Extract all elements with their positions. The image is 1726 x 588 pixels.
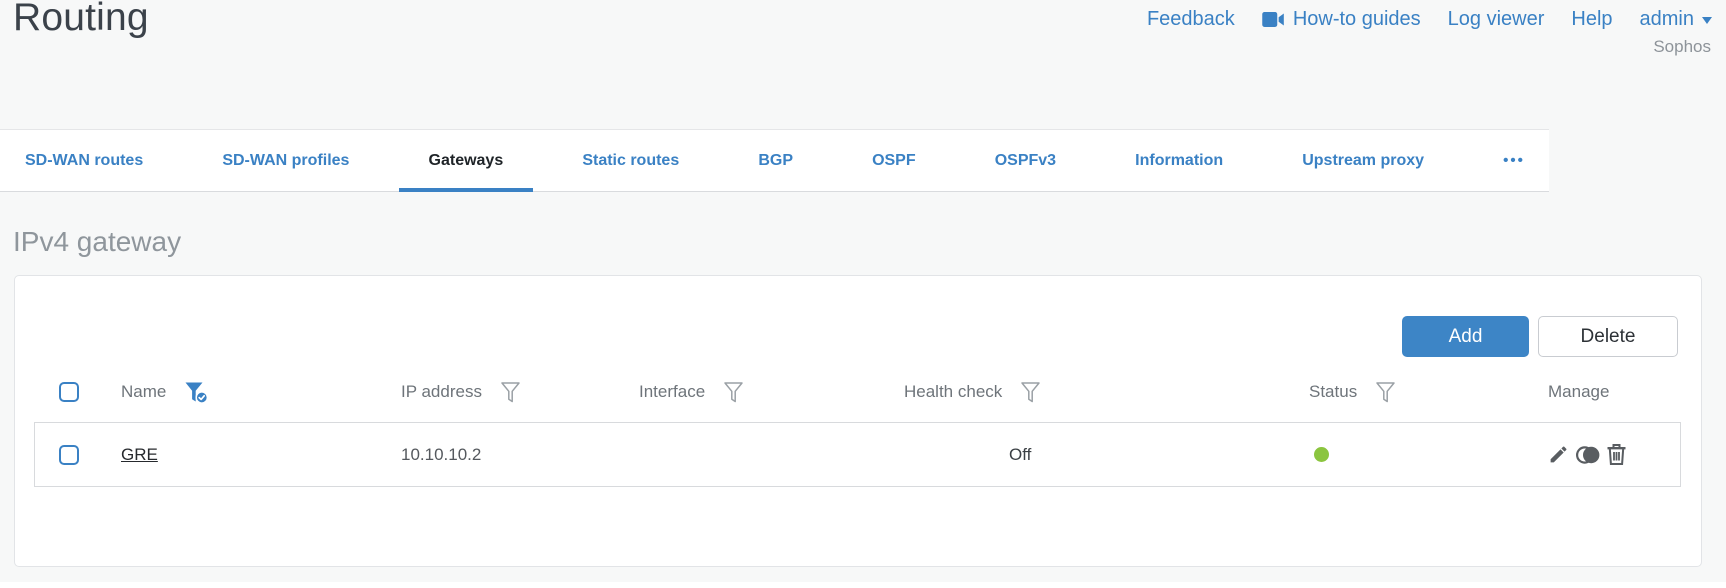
delete-icon[interactable] bbox=[1607, 444, 1626, 465]
help-label: Help bbox=[1571, 8, 1613, 30]
log-viewer-link[interactable]: Log viewer bbox=[1448, 8, 1545, 31]
tab-ospf[interactable]: OSPF bbox=[842, 130, 946, 191]
filter-icon[interactable] bbox=[500, 381, 521, 404]
column-header-health-check: Health check bbox=[904, 381, 1309, 404]
name-column-label: Name bbox=[121, 382, 167, 401]
tab-gateways[interactable]: Gateways bbox=[398, 130, 534, 192]
column-header-status: Status bbox=[1309, 381, 1548, 404]
table-toolbar: Add Delete bbox=[1402, 316, 1678, 357]
cell-manage bbox=[1548, 444, 1680, 465]
admin-label: admin bbox=[1639, 8, 1694, 30]
cell-ip-address: 10.10.10.2 bbox=[401, 444, 482, 464]
admin-menu[interactable]: admin bbox=[1640, 8, 1712, 31]
delete-button[interactable]: Delete bbox=[1538, 316, 1678, 357]
feedback-label: Feedback bbox=[1146, 8, 1235, 30]
tab-bar: SD-WAN routes SD-WAN profiles Gateways S… bbox=[0, 129, 1549, 192]
tab-sdwan-profiles[interactable]: SD-WAN profiles bbox=[192, 130, 379, 191]
add-button[interactable]: Add bbox=[1402, 316, 1529, 357]
video-camera-icon bbox=[1262, 12, 1285, 27]
manage-column-label: Manage bbox=[1548, 382, 1610, 401]
row-checkbox[interactable] bbox=[59, 444, 79, 465]
column-header-ip-address: IP address bbox=[401, 381, 639, 404]
cell-name: GRE bbox=[121, 445, 401, 465]
ipv4-gateway-panel: Add Delete Name IP address Interface Hea… bbox=[14, 275, 1702, 567]
tab-sdwan-routes[interactable]: SD-WAN routes bbox=[25, 130, 173, 191]
howto-guides-link[interactable]: How-to guides bbox=[1262, 8, 1421, 31]
tab-overflow-menu[interactable]: ••• bbox=[1473, 130, 1531, 191]
cell-health-check: Off bbox=[1009, 444, 1032, 464]
filter-icon[interactable] bbox=[1020, 381, 1041, 404]
column-header-manage: Manage bbox=[1548, 382, 1680, 402]
filter-icon[interactable] bbox=[723, 381, 744, 404]
column-header-name: Name bbox=[121, 381, 401, 404]
table-row: GRE 10.10.10.2 Off bbox=[35, 423, 1680, 486]
tab-upstream-proxy[interactable]: Upstream proxy bbox=[1272, 130, 1454, 191]
section-title: IPv4 gateway bbox=[13, 226, 182, 257]
row-checkbox-cell bbox=[35, 444, 121, 465]
feedback-link[interactable]: Feedback bbox=[1147, 8, 1235, 31]
filter-active-icon[interactable] bbox=[184, 381, 209, 404]
tab-ospfv3[interactable]: OSPFv3 bbox=[965, 130, 1086, 191]
howto-guides-label: How-to guides bbox=[1292, 8, 1421, 30]
help-link[interactable]: Help bbox=[1571, 8, 1612, 31]
routing-page: Routing Feedback How-to guides Log viewe… bbox=[0, 0, 1726, 588]
top-nav: Feedback How-to guides Log viewer Help a… bbox=[1147, 8, 1712, 31]
tab-static-routes[interactable]: Static routes bbox=[552, 130, 709, 191]
column-header-interface: Interface bbox=[639, 381, 904, 404]
cell-status bbox=[1309, 447, 1548, 462]
interface-column-label: Interface bbox=[639, 382, 706, 401]
gateway-name-link[interactable]: GRE bbox=[121, 445, 158, 464]
ip-address-column-label: IP address bbox=[401, 382, 482, 401]
status-up-indicator bbox=[1314, 447, 1329, 462]
bottom-edge bbox=[0, 582, 1726, 588]
header-checkbox-cell bbox=[35, 382, 121, 402]
page-title: Routing bbox=[13, 0, 149, 39]
table-header: Name IP address Interface Health check S… bbox=[35, 370, 1680, 414]
table-body: GRE 10.10.10.2 Off bbox=[34, 422, 1681, 487]
select-all-checkbox[interactable] bbox=[59, 382, 79, 402]
clone-icon[interactable] bbox=[1576, 445, 1600, 465]
chevron-down-icon bbox=[1702, 16, 1712, 29]
edit-icon[interactable] bbox=[1548, 444, 1569, 465]
log-viewer-label: Log viewer bbox=[1447, 8, 1545, 30]
brand-label: Sophos bbox=[1653, 37, 1711, 56]
tab-information[interactable]: Information bbox=[1105, 130, 1253, 191]
health-check-column-label: Health check bbox=[904, 382, 1003, 401]
tab-bgp[interactable]: BGP bbox=[728, 130, 823, 191]
filter-icon[interactable] bbox=[1375, 381, 1396, 404]
status-column-label: Status bbox=[1309, 382, 1358, 401]
